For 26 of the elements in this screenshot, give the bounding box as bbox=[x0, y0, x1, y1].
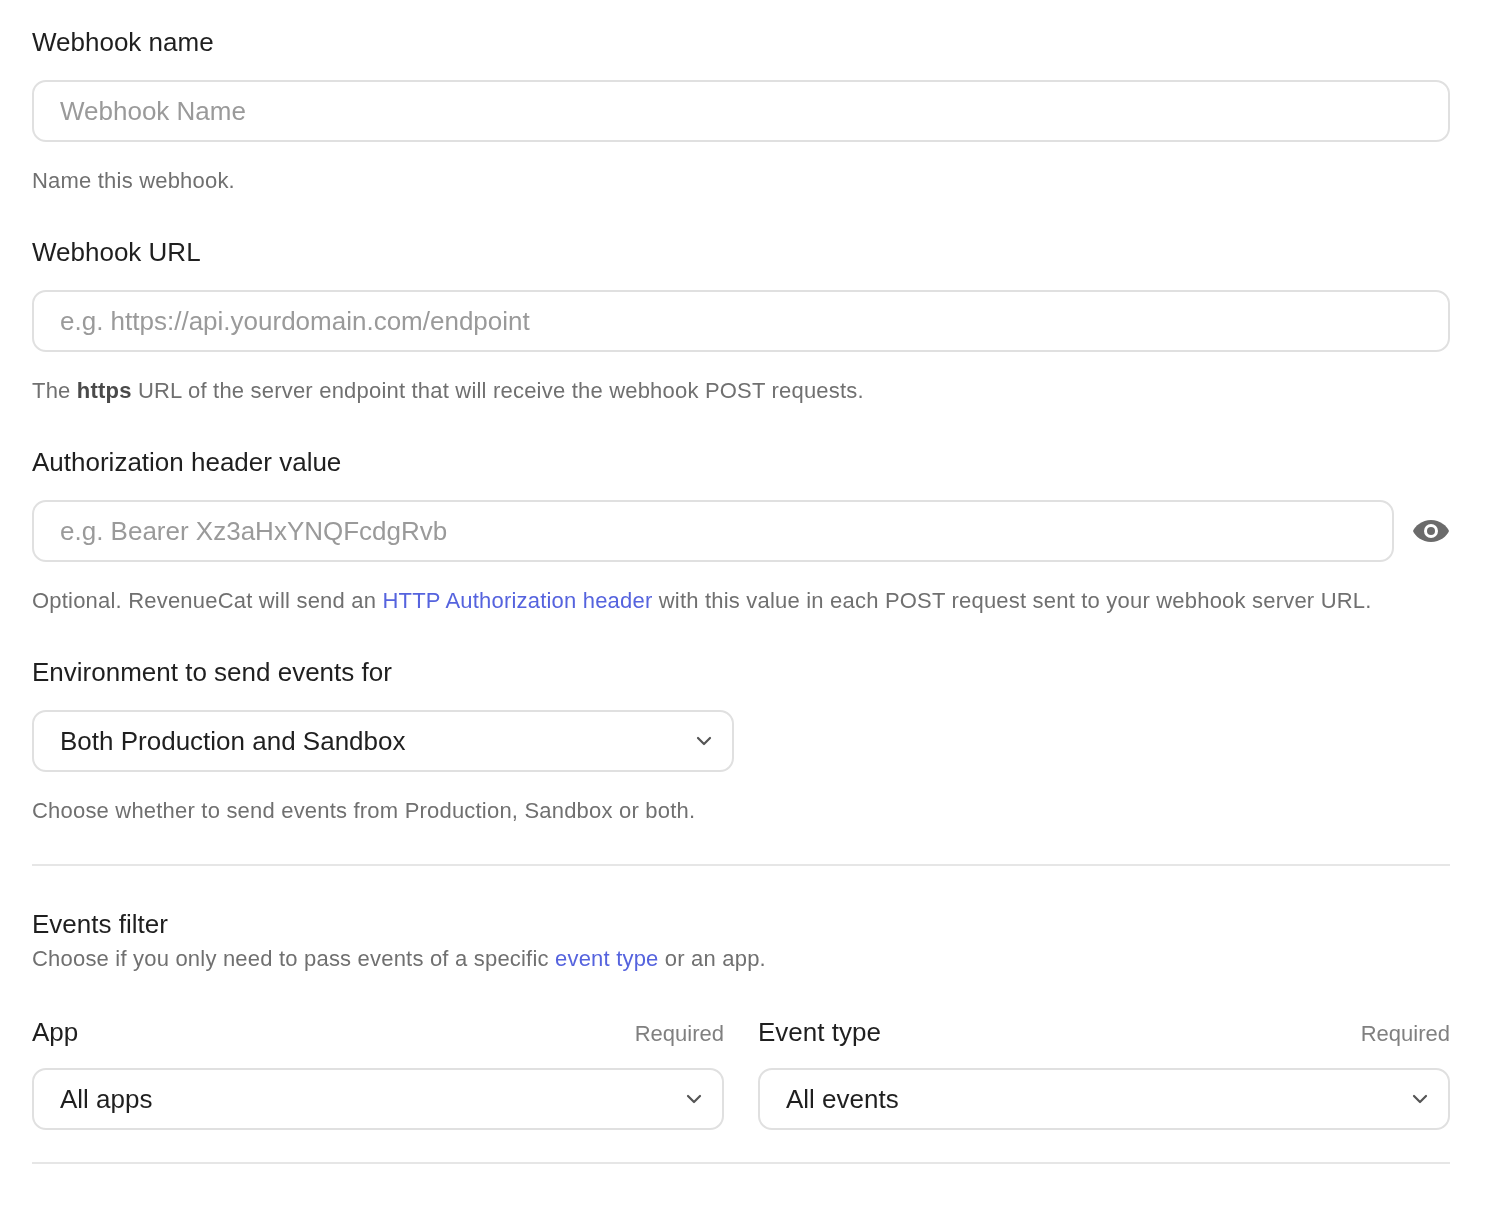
field-label: Environment to send events for bbox=[32, 656, 393, 689]
field-label: Event type bbox=[758, 1016, 881, 1049]
section-description: Choose if you only need to pass events of a specific event type or an app. bbox=[32, 945, 767, 973]
chevron-down-icon bbox=[696, 736, 712, 746]
field-label: Webhook name bbox=[32, 26, 215, 59]
help-link[interactable]: HTTP Authorization header bbox=[382, 588, 653, 613]
field-label: Authorization header value bbox=[32, 446, 343, 479]
eye-icon[interactable] bbox=[1412, 519, 1450, 543]
chevron-down-icon bbox=[686, 1094, 702, 1104]
text-input-field[interactable]: Webhook Name bbox=[32, 80, 1450, 142]
required-text: Required bbox=[634, 1021, 724, 1047]
field-label: App bbox=[32, 1016, 79, 1049]
help-text: Optional. RevenueCat will send an HTTP Authorization header with this value in each POST request sent to your webhook server URL. bbox=[32, 587, 1373, 615]
dropdown-select[interactable]: Both Production and Sandbox bbox=[32, 710, 734, 772]
help-text: Name this webhook. bbox=[32, 167, 236, 195]
help-text: Choose whether to send events from Production, Sandbox or both. bbox=[32, 797, 697, 825]
dropdown-select[interactable]: All apps bbox=[32, 1068, 724, 1130]
chevron-down-icon bbox=[1412, 1094, 1428, 1104]
required-text: Required bbox=[1360, 1021, 1450, 1047]
section-title: Events filter bbox=[32, 908, 169, 941]
field-label: Webhook URL bbox=[32, 236, 202, 269]
help-link[interactable]: event type bbox=[555, 946, 659, 971]
text-input-field[interactable]: e.g. https://api.yourdomain.com/endpoint bbox=[32, 290, 1450, 352]
secret-input-field[interactable]: e.g. Bearer Xz3aHxYNQFcdgRvb bbox=[32, 500, 1394, 562]
help-text: The https URL of the server endpoint that will receive the webhook POST requests. bbox=[32, 377, 865, 405]
dropdown-select[interactable]: All events bbox=[758, 1068, 1450, 1130]
